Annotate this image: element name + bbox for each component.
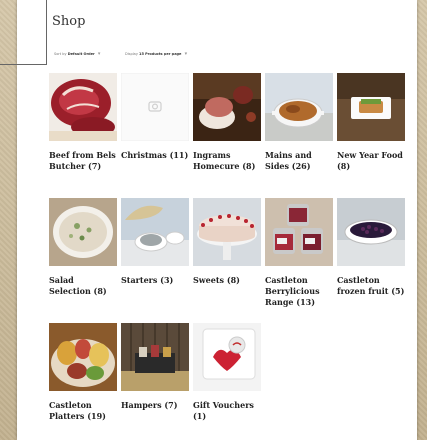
casserole-photo[interactable] <box>265 73 333 141</box>
display-dropdown[interactable]: Display 15 Products per page ▾ <box>125 51 187 57</box>
category-label[interactable]: Castleton Platters (19) <box>49 400 117 422</box>
display-value: 15 Products per page <box>139 52 182 56</box>
category-label[interactable]: Sweets (8) <box>193 275 261 286</box>
category-card[interactable]: Castleton frozen fruit (5) <box>337 198 405 297</box>
hamper-photo[interactable] <box>121 323 189 391</box>
placeholder-image[interactable] <box>121 73 189 141</box>
gift-voucher-photo[interactable] <box>193 323 261 391</box>
sort-value: Default Order <box>67 52 95 56</box>
category-label[interactable]: Gift Vouchers (1) <box>193 400 261 422</box>
category-card[interactable]: Ingrams Homecure (8) <box>193 73 261 172</box>
salad-photo[interactable] <box>49 198 117 266</box>
beef-photo[interactable] <box>49 73 117 141</box>
chevron-down-icon: ▾ <box>184 51 188 57</box>
category-label[interactable]: Castleton Berrylicious Range (13) <box>265 275 333 308</box>
plated-dish-photo[interactable] <box>337 73 405 141</box>
sort-prefix: Sort by <box>54 52 67 56</box>
berries-bowl-photo[interactable] <box>337 198 405 266</box>
category-card[interactable]: Gift Vouchers (1) <box>193 323 261 422</box>
display-prefix: Display <box>125 52 138 56</box>
category-card[interactable]: Castleton Berrylicious Range (13) <box>265 198 333 308</box>
chevron-down-icon: ▾ <box>97 51 101 57</box>
category-card[interactable]: Salad Selection (8) <box>49 198 117 297</box>
category-card[interactable]: Mains and Sides (26) <box>265 73 333 172</box>
sort-dropdown[interactable]: Sort by Default Order ▾ <box>54 51 100 57</box>
starters-photo[interactable] <box>121 198 189 266</box>
category-label[interactable]: Christmas (11) <box>121 150 189 161</box>
sheet-edge <box>0 0 47 65</box>
ham-photo[interactable] <box>193 73 261 141</box>
category-label[interactable]: Starters (3) <box>121 275 189 286</box>
category-card[interactable]: New Year Food (8) <box>337 73 405 172</box>
page-title: Shop <box>52 14 86 29</box>
category-label[interactable]: Ingrams Homecure (8) <box>193 150 261 172</box>
category-card[interactable]: Castleton Platters (19) <box>49 323 117 422</box>
category-card[interactable]: Starters (3) <box>121 198 189 286</box>
category-label[interactable]: Castleton frozen fruit (5) <box>337 275 405 297</box>
category-label[interactable]: Mains and Sides (26) <box>265 150 333 172</box>
cake-photo[interactable] <box>193 198 261 266</box>
category-label[interactable]: New Year Food (8) <box>337 150 405 172</box>
category-card[interactable]: Sweets (8) <box>193 198 261 286</box>
category-card[interactable]: Christmas (11) <box>121 73 189 161</box>
jam-jars-photo[interactable] <box>265 198 333 266</box>
category-label[interactable]: Salad Selection (8) <box>49 275 117 297</box>
category-card[interactable]: Beef from Bels Butcher (7) <box>49 73 117 172</box>
category-card[interactable]: Hampers (7) <box>121 323 189 411</box>
category-label[interactable]: Hampers (7) <box>121 400 189 411</box>
platter-photo[interactable] <box>49 323 117 391</box>
category-label[interactable]: Beef from Bels Butcher (7) <box>49 150 117 172</box>
